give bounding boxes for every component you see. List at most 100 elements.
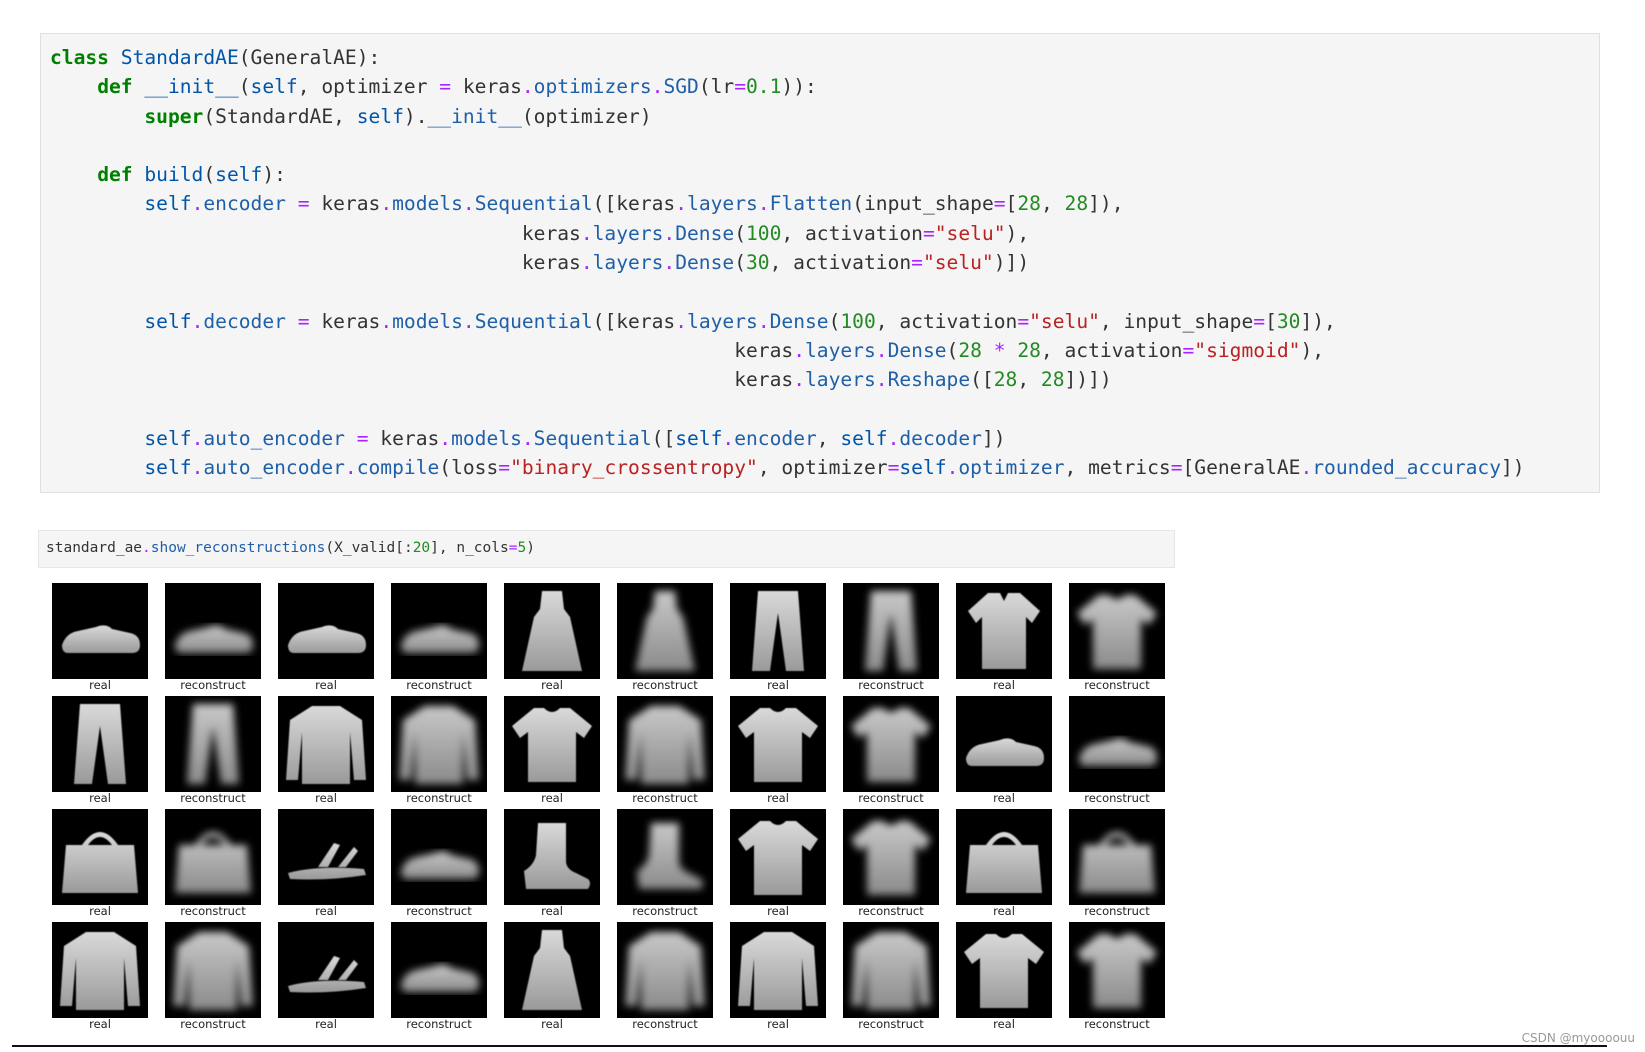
bag-image [52, 809, 148, 905]
image-caption: real [767, 791, 789, 805]
reconstruct-image-tile: reconstruct [165, 696, 278, 809]
code-editor[interactable]: standard_ae.show_reconstructions(X_valid… [46, 540, 535, 556]
code-token: self [144, 192, 192, 216]
code-line: keras.layers.Dense(28 * 28, activation="… [50, 339, 1324, 362]
boot-image [504, 809, 600, 905]
code-token: [GeneralAE [1182, 456, 1301, 480]
code-token: keras [50, 251, 581, 275]
code-token: , [1040, 192, 1065, 216]
reconstruct-image-tile: reconstruct [391, 809, 504, 922]
image-caption: reconstruct [180, 904, 246, 918]
code-token: = [439, 75, 452, 99]
code-token: decoder [899, 426, 982, 450]
code-token: . [344, 456, 357, 480]
reconstruct-image-tile: reconstruct [1069, 809, 1182, 922]
tshirt-image [1069, 922, 1165, 1018]
dress-image [617, 583, 713, 679]
real-image-tile: real [730, 696, 843, 809]
reconstruct-image-tile: reconstruct [617, 922, 730, 1035]
code-token: * [993, 338, 1006, 362]
tshirt-image [504, 696, 600, 792]
sneaker-image [278, 583, 374, 679]
shirt-image [956, 583, 1052, 679]
bag-image [1069, 809, 1165, 905]
real-image-tile: real [730, 922, 843, 1035]
code-token: Dense [675, 251, 735, 275]
real-image-tile: real [504, 922, 617, 1035]
code-token: Dense [887, 338, 947, 362]
code-token: layers [592, 221, 664, 245]
code-token: ]), [1300, 309, 1336, 333]
code-token: , optimizer [297, 75, 440, 99]
code-cell-show-reconstructions[interactable]: standard_ae.show_reconstructions(X_valid… [38, 530, 1175, 568]
pullover-image [165, 922, 261, 1018]
code-token: optimizer [958, 456, 1065, 480]
code-line: self.decoder = keras.models.Sequential([… [50, 309, 1336, 333]
code-cell[interactable]: class StandardAE(GeneralAE): def __init_… [40, 33, 1600, 493]
reconstruction-output-grid: real reconstruct real reconstruct real recons… [52, 583, 1172, 1041]
code-token: . [675, 309, 688, 333]
image-caption: real [767, 1017, 789, 1031]
real-image-tile: real [504, 583, 617, 696]
bag-image [956, 809, 1052, 905]
real-image-tile: real [278, 922, 391, 1035]
code-token: ]), [1088, 192, 1124, 216]
code-token: "selu" [934, 221, 1006, 245]
code-token: = [1017, 309, 1030, 333]
trouser-image [165, 696, 261, 792]
trouser-image [843, 583, 939, 679]
code-token: layers [804, 338, 876, 362]
code-token: , activation [1040, 338, 1183, 362]
code-token: . [793, 368, 805, 392]
code-token: ([keras [592, 192, 676, 216]
code-token: decoder [203, 309, 286, 333]
code-token: self [144, 426, 192, 450]
code-token: ( [734, 221, 746, 245]
reconstruct-image-tile: reconstruct [843, 809, 956, 922]
real-image-tile: real [52, 583, 165, 696]
real-image-tile: real [730, 583, 843, 696]
code-token: self [215, 163, 263, 187]
code-token: ( [946, 338, 959, 362]
code-token: 28 [958, 338, 982, 362]
code-token: ([ [651, 426, 676, 450]
code-token: ([ [970, 368, 994, 392]
reconstruct-image-tile: reconstruct [617, 809, 730, 922]
code-token: ], n_cols [430, 540, 509, 556]
code-token: SGD [663, 75, 699, 99]
reconstruct-image-tile: reconstruct [165, 809, 278, 922]
code-token: self [250, 75, 298, 99]
code-editor[interactable]: class StandardAE(GeneralAE): def __init_… [50, 43, 1525, 482]
code-token: models [392, 309, 463, 333]
reconstruct-image-tile: reconstruct [617, 583, 730, 696]
code-token: ( [238, 75, 251, 99]
code-token: keras [50, 338, 794, 362]
image-caption: reconstruct [1084, 791, 1150, 805]
code-token: . [663, 221, 676, 245]
reconstruct-image-tile: reconstruct [165, 922, 278, 1035]
code-token: )]) [993, 251, 1030, 275]
code-token: Dense [769, 309, 829, 333]
image-caption: real [89, 791, 111, 805]
pullover-image [391, 696, 487, 792]
watermark-text: CSDN @myoooouu [1521, 1031, 1635, 1045]
image-caption: reconstruct [1084, 904, 1150, 918]
code-token: (X_valid[: [325, 540, 413, 556]
code-token: super [144, 104, 204, 128]
code-token: 30 [746, 251, 770, 275]
code-token: Flatten [769, 192, 853, 216]
sneaker-image [956, 696, 1052, 792]
real-image-tile: real [956, 696, 1069, 809]
code-token: = [1253, 309, 1266, 333]
code-token: rounded_accuracy [1312, 456, 1502, 480]
